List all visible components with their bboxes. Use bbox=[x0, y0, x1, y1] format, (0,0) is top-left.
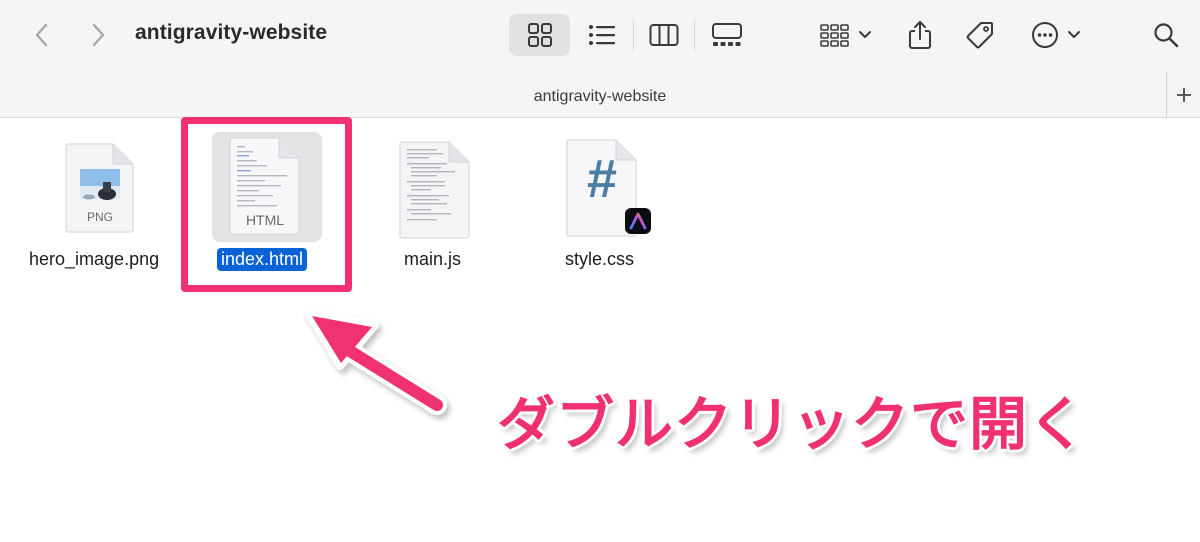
annotation-text: ダブルクリックで開く bbox=[497, 392, 1088, 457]
